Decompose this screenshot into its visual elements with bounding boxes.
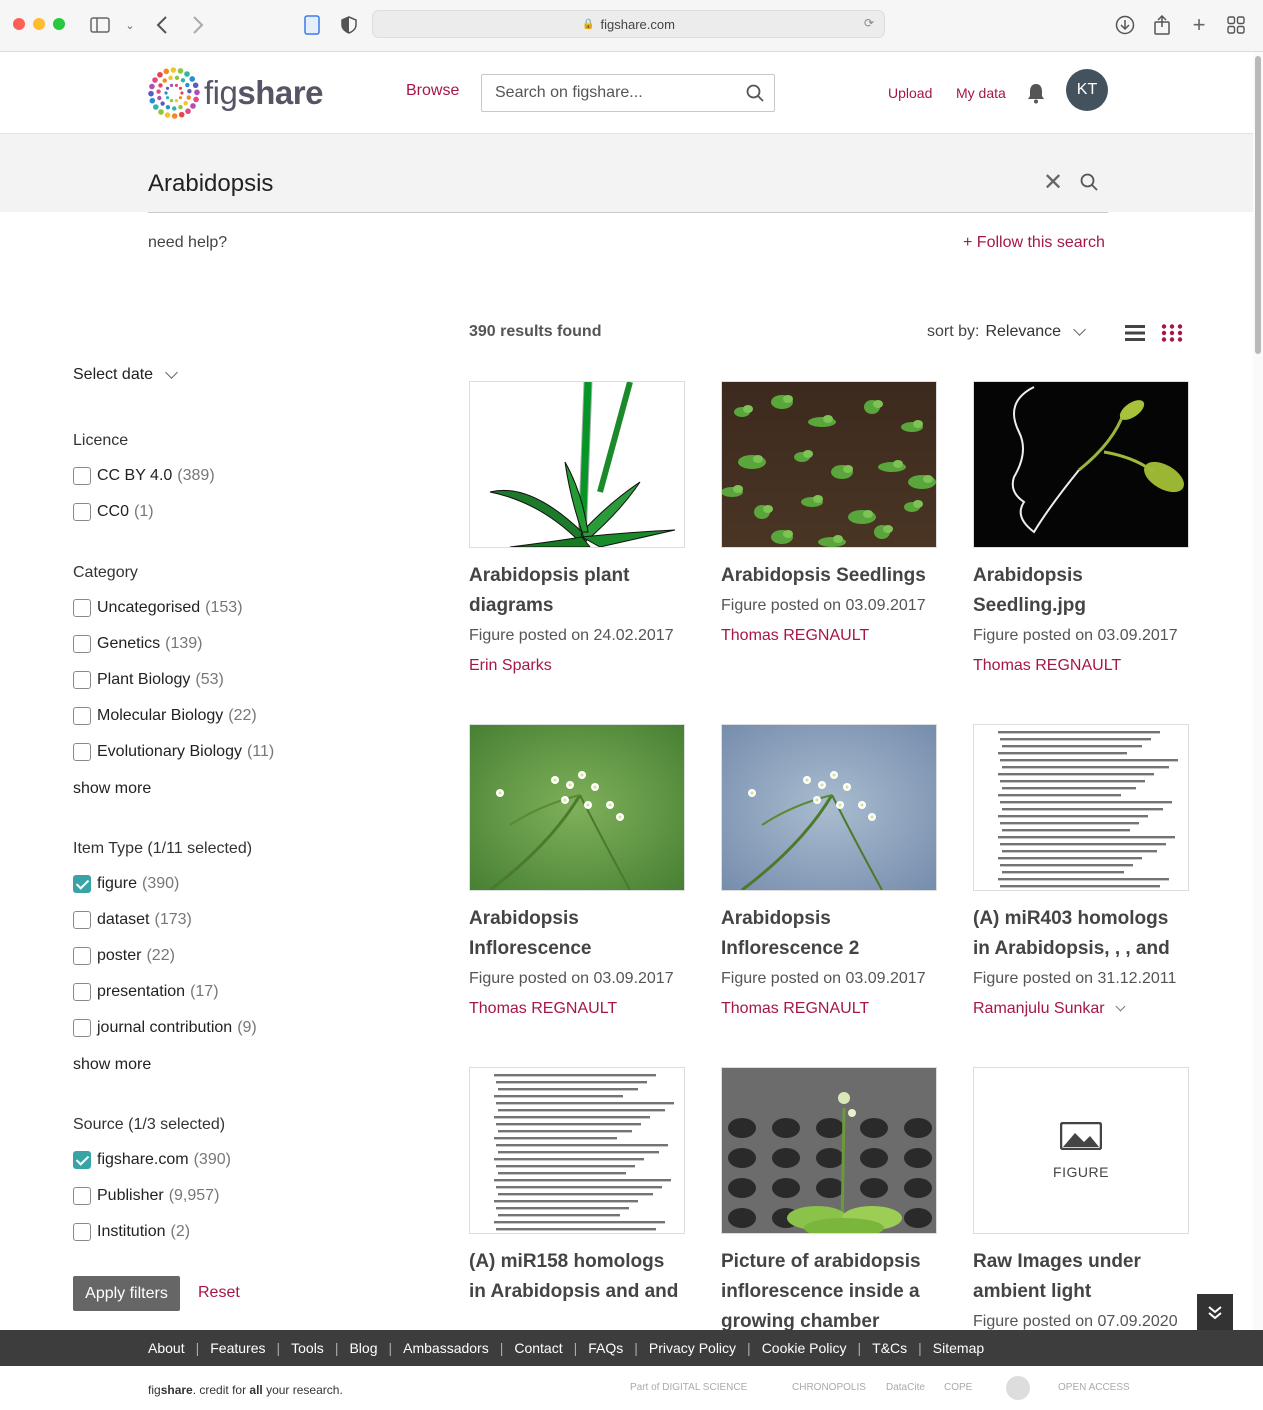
card-meta: Figure posted on 31.12.2011 [973, 970, 1177, 987]
footer-separator: | [857, 1340, 862, 1356]
thumbnail[interactable] [469, 1067, 685, 1234]
card-title[interactable]: Arabidopsis Inflorescence 2 [721, 904, 937, 964]
card-title[interactable]: Raw Images under ambient light [973, 1247, 1189, 1307]
footer-separator: | [573, 1340, 578, 1356]
footer-separator: | [918, 1340, 922, 1356]
author-name[interactable]: Thomas REGNAULT [973, 651, 1121, 681]
author-name[interactable]: Erin Sparks [469, 651, 552, 681]
card-author[interactable]: Ramanjulu Sunkar [973, 994, 1189, 1024]
footer-bottom: figshare. credit for all your research. … [0, 1366, 1263, 1410]
card-meta: Figure posted on 07.09.2020 [973, 1313, 1178, 1330]
card-title[interactable]: Arabidopsis Inflorescence [469, 904, 685, 964]
footer-separator: | [388, 1340, 393, 1356]
author-name[interactable]: Ramanjulu Sunkar [973, 994, 1105, 1024]
thumbnail[interactable]: FIGURE [973, 1067, 1189, 1234]
result-card[interactable]: (A) miR158 homologs in Arabidopsis and a… [469, 1067, 685, 1307]
card-title[interactable]: Arabidopsis Seedling.jpg [973, 561, 1189, 621]
card-title[interactable]: Arabidopsis plant diagrams [469, 561, 685, 621]
thumbnail[interactable] [973, 724, 1189, 891]
scroll-to-top-button[interactable] [1197, 1294, 1233, 1330]
result-card[interactable]: Arabidopsis Inflorescence Figure posted o… [469, 724, 685, 1024]
scrollbar-thumb[interactable] [1255, 56, 1261, 354]
card-meta: Figure posted on 03.09.2017 [469, 970, 674, 987]
footer-separator: | [499, 1340, 504, 1356]
image-icon [1060, 1121, 1102, 1150]
thumbnail[interactable] [469, 381, 685, 548]
footer-link[interactable]: About [148, 1340, 185, 1356]
chevron-down-icon[interactable] [1115, 1001, 1126, 1012]
card-meta: Figure posted on 24.02.2017 [469, 627, 674, 644]
card-author[interactable]: Erin Sparks [469, 651, 685, 681]
result-card[interactable]: FIGURE Raw Images under ambient light Figu… [973, 1067, 1189, 1330]
footer-separator: | [276, 1340, 281, 1356]
footer-link[interactable]: Contact [514, 1340, 562, 1356]
card-title[interactable]: (A) miR403 homologs in Arabidopsis, , , … [973, 904, 1189, 964]
card-author[interactable]: Thomas REGNAULT [469, 994, 685, 1024]
result-card[interactable]: Arabidopsis plant diagrams Figure posted … [469, 381, 685, 681]
footer-separator: | [747, 1340, 751, 1356]
footer-link[interactable]: Privacy Policy [649, 1340, 736, 1356]
footer-link[interactable]: T&Cs [872, 1340, 907, 1356]
result-card[interactable]: Arabidopsis Seedling.jpg Figure posted on… [973, 381, 1189, 681]
footer-link[interactable]: Tools [291, 1340, 324, 1356]
card-title[interactable]: Picture of arabidopsis inflorescence ins… [721, 1247, 937, 1330]
partner-logo[interactable]: OPEN ACCESS [1058, 1382, 1130, 1393]
card-meta: Figure posted on 03.09.2017 [721, 970, 926, 987]
footer-link[interactable]: Sitemap [933, 1340, 984, 1356]
card-title[interactable]: Arabidopsis Seedlings [721, 561, 937, 591]
thumbnail[interactable] [973, 381, 1189, 548]
card-meta: Figure posted on 03.09.2017 [973, 627, 1178, 644]
card-author[interactable]: Thomas REGNAULT [721, 994, 937, 1024]
thumbnail[interactable] [721, 1067, 937, 1234]
footer-links: About | Features | Tools | Blog | Ambassadors | Co… [0, 1330, 1263, 1366]
partner-logo[interactable]: COPE [944, 1382, 972, 1393]
result-card[interactable]: Arabidopsis Seedlings Figure posted on 03… [721, 381, 937, 651]
card-title[interactable]: (A) miR158 homologs in Arabidopsis and a… [469, 1247, 685, 1307]
result-card[interactable]: Arabidopsis Inflorescence 2 Figure posted… [721, 724, 937, 1024]
footer-separator: | [195, 1340, 200, 1356]
author-name[interactable]: Thomas REGNAULT [721, 621, 869, 651]
footer-separator: | [334, 1340, 339, 1356]
footer-tagline: figshare. credit for all your research. [148, 1383, 343, 1397]
footer-link[interactable]: Features [210, 1340, 265, 1356]
card-author[interactable]: Thomas REGNAULT [973, 651, 1189, 681]
author-name[interactable]: Thomas REGNAULT [721, 994, 869, 1024]
thumbnail[interactable] [721, 724, 937, 891]
card-author[interactable]: Thomas REGNAULT [721, 621, 937, 651]
footer-link[interactable]: FAQs [588, 1340, 623, 1356]
footer-link[interactable]: Cookie Policy [762, 1340, 847, 1356]
footer-link[interactable]: Ambassadors [403, 1340, 489, 1356]
thumbnail[interactable] [721, 381, 937, 548]
author-name[interactable]: Thomas REGNAULT [469, 994, 617, 1024]
partner-logo[interactable] [1006, 1376, 1030, 1400]
card-meta: Figure posted on 03.09.2017 [721, 597, 926, 614]
footer-link[interactable]: Blog [349, 1340, 377, 1356]
double-chevron-down-icon [1208, 1306, 1222, 1320]
result-card[interactable]: (A) miR403 homologs in Arabidopsis, , , … [973, 724, 1189, 1024]
placeholder-label: FIGURE [1053, 1163, 1109, 1180]
thumbnail[interactable] [469, 724, 685, 891]
partner-logo[interactable]: CHRONOPOLIS [792, 1382, 866, 1393]
partner-logo[interactable]: DataCite [886, 1382, 925, 1393]
footer-separator: | [634, 1340, 638, 1356]
partner-logo[interactable]: Part of DIGITAL SCIENCE [630, 1382, 747, 1393]
result-card[interactable]: Picture of arabidopsis inflorescence ins… [721, 1067, 937, 1330]
